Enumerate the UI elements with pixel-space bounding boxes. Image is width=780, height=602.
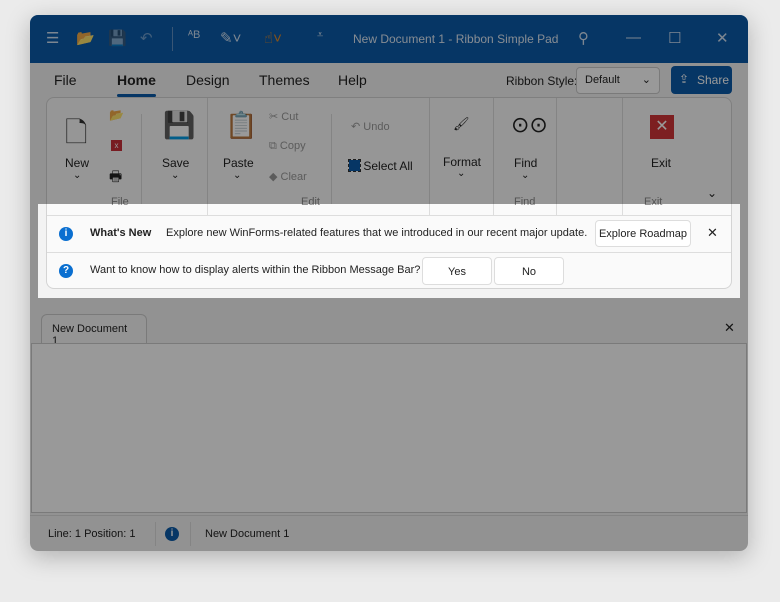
chevron-down-icon: ⌄ <box>641 74 651 86</box>
share-label: Share <box>697 73 730 87</box>
message-row-whats-new: i What's New Explore new WinForms-relate… <box>47 216 731 252</box>
tab-design[interactable]: Design <box>186 72 230 88</box>
divider <box>172 27 173 51</box>
print-icon[interactable]: 🖶 <box>109 166 122 190</box>
divider <box>493 98 494 216</box>
undo-label: Undo <box>363 121 390 133</box>
group-label-file: File <box>111 196 129 208</box>
undo-button[interactable]: ↶ Undo <box>351 120 390 133</box>
info-icon: i <box>59 227 73 241</box>
format-button[interactable]: Format <box>443 155 481 169</box>
copy-label: Copy <box>279 140 306 152</box>
eraser-icon: ◆ <box>269 171 281 183</box>
save-icon: 💾 <box>163 110 196 140</box>
tab-home[interactable]: Home <box>117 72 156 97</box>
open-icon[interactable]: 📂 <box>76 29 95 47</box>
ribbon-style-label: Ribbon Style: <box>506 74 578 88</box>
share-icon: ⇪ <box>679 72 690 86</box>
save-icon[interactable]: 💾 <box>108 29 127 47</box>
open-icon[interactable]: 📂 <box>109 108 124 122</box>
title-bar: ☰ 📂 💾 ↶ ᴬB ✎˅ ☝˅ ⩡ New Document 1 - Ribb… <box>30 15 748 63</box>
close-icon[interactable]: ✕ <box>707 225 718 241</box>
message-text: Explore new WinForms-related features th… <box>166 227 588 239</box>
chevron-down-icon: ⌄ <box>233 170 242 181</box>
scissors-icon: ✂ <box>269 111 282 123</box>
close-icon[interactable]: ✕ <box>716 29 729 47</box>
customize-icon[interactable]: ⩡ <box>317 29 323 42</box>
window-title: New Document 1 - Ribbon Simple Pad <box>353 32 559 46</box>
copy-icon: ⧉ <box>269 140 280 152</box>
collapse-ribbon-icon[interactable]: ⌄ <box>707 186 717 200</box>
divider <box>622 98 623 216</box>
clear-button[interactable]: ◆ Clear <box>269 170 307 183</box>
message-bar: i What's New Explore new WinForms-relate… <box>47 215 731 289</box>
group-label-exit: Exit <box>644 196 663 208</box>
ribbon-style-dropdown[interactable]: Default ⌄ <box>576 67 660 94</box>
divider <box>556 98 557 216</box>
chevron-down-icon: ⌄ <box>73 170 82 181</box>
document-editor[interactable] <box>31 343 747 513</box>
close-file-icon[interactable]: x <box>111 140 122 151</box>
question-icon: ? <box>59 264 73 278</box>
message-title: What's New <box>90 227 152 239</box>
copy-button[interactable]: ⧉ Copy <box>269 140 306 153</box>
divider <box>207 98 208 216</box>
select-all-button[interactable]: Select All <box>348 159 413 173</box>
exit-button[interactable]: Exit <box>651 156 671 170</box>
chevron-down-icon: ⌄ <box>457 168 466 179</box>
ribbon: 🗋 New ⌄ 📂 x 🖶 💾 Save ⌄ File 📋 Paste ⌄ ✂ … <box>46 97 732 289</box>
binoculars-icon: ⊙⊙ <box>511 112 548 137</box>
search-icon[interactable]: ⚲ <box>578 29 589 47</box>
exit-icon: ✕ <box>650 115 674 139</box>
new-document-icon: 🗋 <box>65 117 88 148</box>
save-button[interactable]: Save <box>162 156 189 170</box>
group-label-edit: Edit <box>301 196 320 208</box>
divider <box>141 114 142 204</box>
spelling-icon[interactable]: ᴬB <box>188 29 200 41</box>
tab-themes[interactable]: Themes <box>259 72 310 88</box>
find-button[interactable]: Find <box>514 156 537 170</box>
explore-roadmap-button[interactable]: Explore Roadmap <box>595 220 691 247</box>
clear-label: Clear <box>280 171 307 183</box>
new-button[interactable]: New <box>65 156 89 170</box>
share-button[interactable]: ⇪ Share <box>671 66 732 94</box>
paste-icon: 📋 <box>225 110 258 140</box>
info-icon[interactable]: i <box>165 527 179 541</box>
divider <box>155 522 156 546</box>
tab-file[interactable]: File <box>54 72 77 88</box>
select-all-label: Select All <box>363 159 413 173</box>
tab-help[interactable]: Help <box>338 72 367 88</box>
document-tab[interactable]: New Document 1 <box>41 314 147 347</box>
app-window: ☰ 📂 💾 ↶ ᴬB ✎˅ ☝˅ ⩡ New Document 1 - Ribb… <box>30 15 748 551</box>
divider <box>190 522 191 546</box>
chevron-down-icon: ⌄ <box>171 170 180 181</box>
status-bar: Line: 1 Position: 1 i New Document 1 <box>30 515 748 551</box>
divider <box>429 98 430 216</box>
cut-label: Cut <box>281 111 299 123</box>
no-button[interactable]: No <box>494 257 564 285</box>
select-all-icon <box>348 159 361 172</box>
chevron-down-icon: ⌄ <box>521 170 530 181</box>
undo-icon[interactable]: ↶ <box>140 29 153 47</box>
maximize-icon[interactable]: ☐ <box>668 29 681 47</box>
minimize-icon[interactable]: — <box>626 29 641 46</box>
app-menu-icon[interactable]: ☰ <box>46 29 59 47</box>
cursor-position: Line: 1 Position: 1 <box>48 528 136 540</box>
close-document-icon[interactable]: ✕ <box>724 320 735 336</box>
yes-button[interactable]: Yes <box>422 257 492 285</box>
ribbon-style-value: Default <box>585 74 620 86</box>
message-row-question: ? Want to know how to display alerts wit… <box>47 252 731 290</box>
paint-icon[interactable]: ✎˅ <box>220 29 241 47</box>
format-icon: 🖌 <box>453 116 470 131</box>
status-document-name: New Document 1 <box>205 528 290 540</box>
cut-button[interactable]: ✂ Cut <box>269 110 298 123</box>
undo-icon: ↶ <box>351 121 364 133</box>
divider <box>331 114 332 204</box>
message-text: Want to know how to display alerts withi… <box>90 264 421 276</box>
group-label-find: Find <box>514 196 536 208</box>
touch-icon[interactable]: ☝˅ <box>264 29 282 47</box>
paste-button[interactable]: Paste <box>223 156 254 170</box>
